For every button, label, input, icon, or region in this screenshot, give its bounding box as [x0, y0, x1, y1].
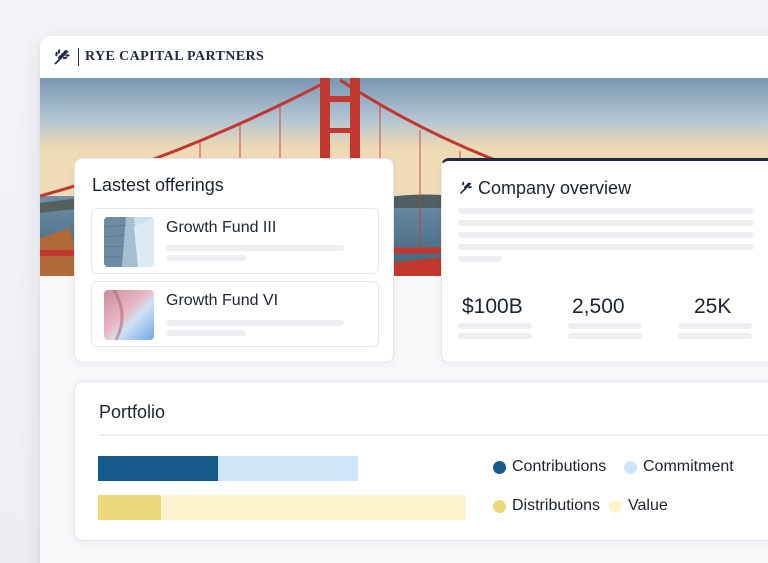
- wheat-logo-icon: [54, 49, 70, 65]
- legend-distributions: Distributions: [493, 497, 600, 515]
- stat-label-placeholder: [568, 333, 642, 339]
- legend-contributions: Contributions: [493, 458, 606, 476]
- stat-label-placeholder: [678, 323, 752, 329]
- stat-value: 25K: [694, 295, 732, 318]
- offering-detail-placeholder: [166, 255, 246, 261]
- overview-text-placeholder: [458, 208, 754, 214]
- stat-label-placeholder: [458, 333, 532, 339]
- offering-thumbnail: [104, 290, 154, 340]
- app-window: RYE CAPITAL PARTNERS Lastest offerings G…: [40, 36, 768, 563]
- portfolio-bar-contributions[interactable]: [98, 456, 358, 481]
- overview-title: Company overview: [478, 178, 632, 198]
- portfolio-bar-distributions[interactable]: [98, 495, 466, 520]
- offerings-title: Lastest offerings: [92, 175, 224, 195]
- overview-text-placeholder: [458, 220, 754, 226]
- top-bar: RYE CAPITAL PARTNERS: [40, 36, 768, 78]
- latest-offerings-card: Lastest offerings Growth Fund III Growth…: [74, 158, 394, 363]
- offering-name: Growth Fund VI: [166, 292, 279, 309]
- legend-dot: [624, 460, 637, 474]
- stat-label-placeholder: [678, 333, 752, 339]
- legend-label: Contributions: [512, 458, 607, 475]
- overview-text-placeholder: [458, 256, 502, 262]
- offering-detail-placeholder: [166, 330, 246, 336]
- contributions-bar: [98, 456, 218, 481]
- overview-text-placeholder: [458, 244, 754, 250]
- brand-divider: [78, 48, 79, 66]
- stat-label-placeholder: [458, 323, 532, 329]
- offering-thumbnail: [104, 217, 154, 267]
- offering-item[interactable]: Growth Fund VI: [91, 281, 379, 347]
- brand-name[interactable]: RYE CAPITAL PARTNERS: [85, 49, 264, 65]
- legend-label: Distributions: [512, 497, 601, 514]
- stat-value: 2,500: [572, 295, 625, 318]
- overview-text-placeholder: [458, 232, 754, 238]
- legend-commitment: Commitment: [624, 458, 734, 476]
- legend-dot: [609, 499, 622, 513]
- legend-label: Value: [628, 497, 668, 514]
- portfolio-title: Portfolio: [99, 402, 166, 422]
- offering-item[interactable]: Growth Fund III: [91, 208, 379, 274]
- wheat-icon: [459, 181, 472, 195]
- offering-detail-placeholder: [166, 245, 344, 251]
- legend-value: Value: [609, 497, 668, 515]
- offering-detail-placeholder: [166, 320, 344, 326]
- stat-label-placeholder: [568, 323, 642, 329]
- portfolio-divider: [99, 434, 768, 436]
- company-overview-card: Company overview $100B 2,500 25K: [441, 158, 768, 363]
- portfolio-card: Portfolio Contributions Commitment Distr…: [74, 381, 768, 541]
- legend-dot: [493, 499, 506, 513]
- stat-value: $100B: [462, 295, 523, 318]
- legend-label: Commitment: [643, 458, 734, 475]
- legend-dot: [493, 460, 506, 474]
- distributions-bar: [98, 495, 161, 520]
- offering-name: Growth Fund III: [166, 219, 277, 236]
